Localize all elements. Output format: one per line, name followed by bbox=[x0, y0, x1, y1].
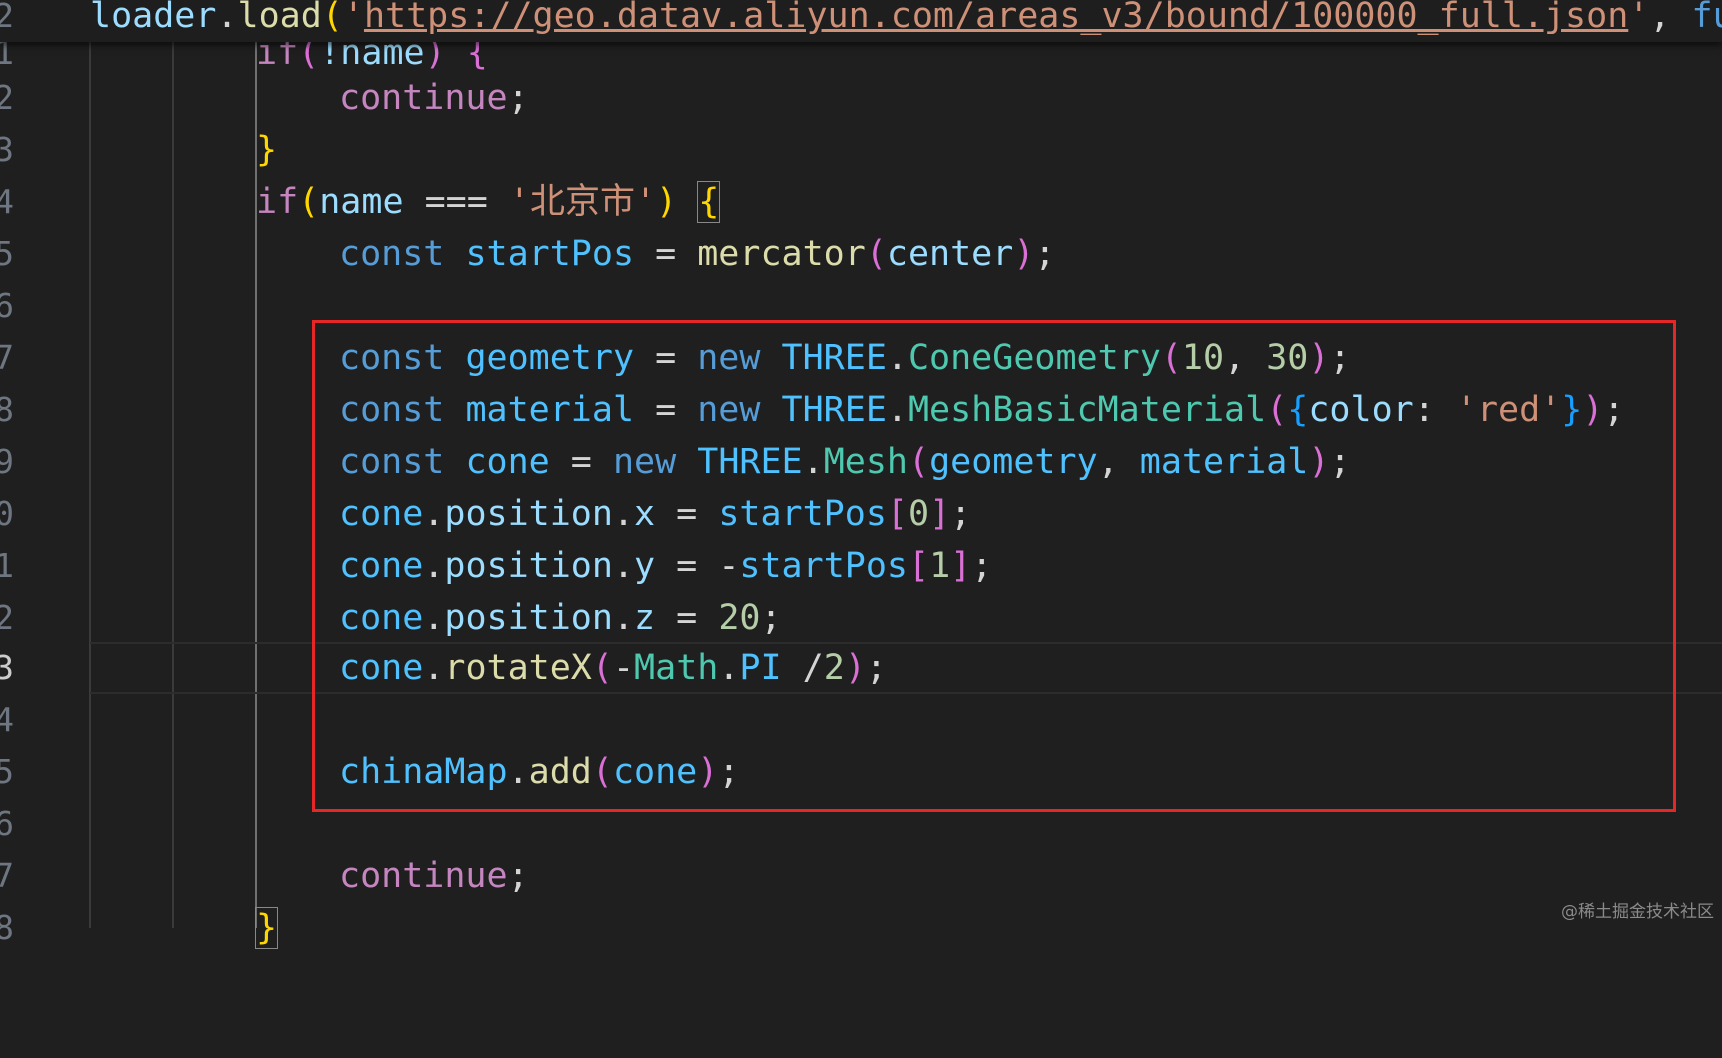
bracket-match: { bbox=[697, 181, 721, 223]
token: ) bbox=[1013, 234, 1035, 274]
token: = bbox=[634, 234, 698, 274]
token: , bbox=[1649, 0, 1692, 36]
code-line[interactable]: cone.position.x = startPos[0]; bbox=[0, 488, 971, 540]
code-line[interactable]: chinaMap.add(cone); bbox=[0, 746, 739, 798]
token: center bbox=[886, 234, 1014, 274]
token: continue bbox=[339, 856, 508, 896]
code-line[interactable]: } bbox=[0, 124, 277, 176]
code-line[interactable]: const material = new THREE.MeshBasicMate… bbox=[0, 384, 1624, 436]
code-line[interactable]: if(name === '北京市') { bbox=[0, 176, 721, 228]
code-line[interactable]: const cone = new THREE.Mesh(geometry, ma… bbox=[0, 436, 1351, 488]
token: ( bbox=[865, 234, 887, 274]
token: ' bbox=[342, 0, 364, 36]
watermark: @稀土掘金技术社区 bbox=[1561, 902, 1714, 922]
token: name bbox=[319, 182, 404, 222]
indent-guide bbox=[89, 42, 91, 928]
code-line[interactable]: const startPos = mercator(center); bbox=[0, 228, 1055, 280]
code-line[interactable]: cone.position.z = 20; bbox=[0, 592, 782, 644]
token: } bbox=[256, 130, 278, 170]
token: ( bbox=[298, 182, 320, 222]
token: ( bbox=[321, 0, 343, 36]
token: ; bbox=[1034, 234, 1056, 274]
bracket-match: } bbox=[254, 907, 279, 949]
token: fun bbox=[1691, 0, 1722, 36]
token: '北京市' bbox=[508, 182, 657, 222]
annotation-highlight-box bbox=[312, 320, 1676, 812]
token: const bbox=[339, 234, 445, 274]
indent-guide bbox=[172, 42, 174, 928]
token: ) bbox=[656, 182, 678, 222]
code-line[interactable]: continue; bbox=[0, 72, 529, 124]
sticky-scroll-header[interactable]: 2 loader.load('https://geo.datav.aliyun.… bbox=[0, 0, 1722, 42]
sticky-line[interactable]: loader.load('https://geo.datav.aliyun.co… bbox=[0, 0, 1722, 42]
token: loader bbox=[90, 0, 217, 36]
code-line-current[interactable]: cone.rotateX(-Math.PI /2); bbox=[0, 642, 887, 694]
token: load bbox=[237, 0, 322, 36]
code-line[interactable]: } bbox=[0, 902, 279, 954]
token: continue bbox=[339, 78, 508, 118]
code-line[interactable]: const geometry = new THREE.ConeGeometry(… bbox=[0, 332, 1351, 384]
token: ; bbox=[507, 856, 529, 896]
code-editor[interactable]: 2 loader.load('https://geo.datav.aliyun.… bbox=[0, 0, 1722, 949]
token: ; bbox=[507, 78, 529, 118]
token: ' bbox=[1628, 0, 1650, 36]
code-line[interactable]: cone.position.y = -startPos[1]; bbox=[0, 540, 992, 592]
token: . bbox=[216, 0, 238, 36]
token: mercator bbox=[697, 234, 866, 274]
token: if bbox=[256, 182, 299, 222]
token: startPos bbox=[465, 234, 635, 274]
url-link[interactable]: https://geo.datav.aliyun.com/areas_v3/bo… bbox=[364, 0, 1628, 36]
token: === bbox=[403, 182, 509, 222]
code-line[interactable]: continue; bbox=[0, 850, 529, 902]
